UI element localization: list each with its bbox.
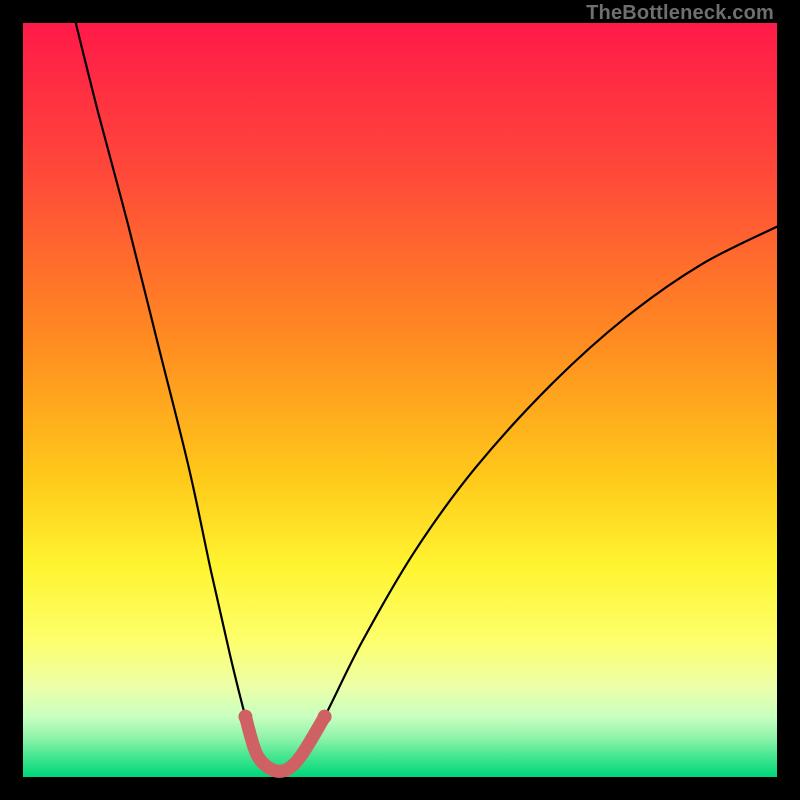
chart-frame	[23, 23, 777, 777]
curve-path	[76, 23, 777, 771]
bottleneck-curve	[23, 23, 777, 777]
watermark: TheBottleneck.com	[586, 2, 774, 25]
highlight-segment	[245, 717, 324, 772]
